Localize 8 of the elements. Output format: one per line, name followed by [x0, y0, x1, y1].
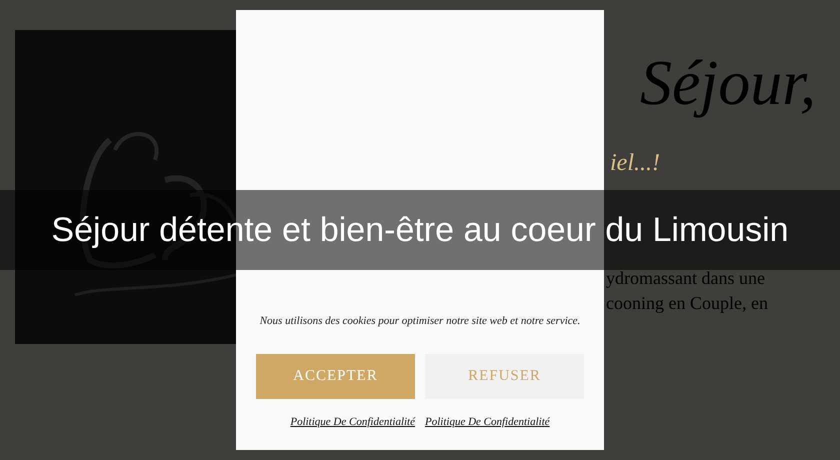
- paragraph-line: ydromassant dans une: [606, 267, 765, 290]
- cookie-message: Nous utilisons des cookies pour optimiser notre site web et notre service.: [260, 314, 580, 329]
- heading: Séjour,: [640, 46, 816, 120]
- privacy-link[interactable]: Politique De Confidentialité: [425, 411, 550, 433]
- banner-title: Séjour détente et bien-être au coeur du Limousin: [51, 210, 789, 250]
- privacy-link[interactable]: Politique De Confidentialité: [290, 411, 415, 433]
- paragraph-line: cooning en Couple, en: [606, 292, 768, 315]
- subheading: iel...!: [610, 149, 660, 178]
